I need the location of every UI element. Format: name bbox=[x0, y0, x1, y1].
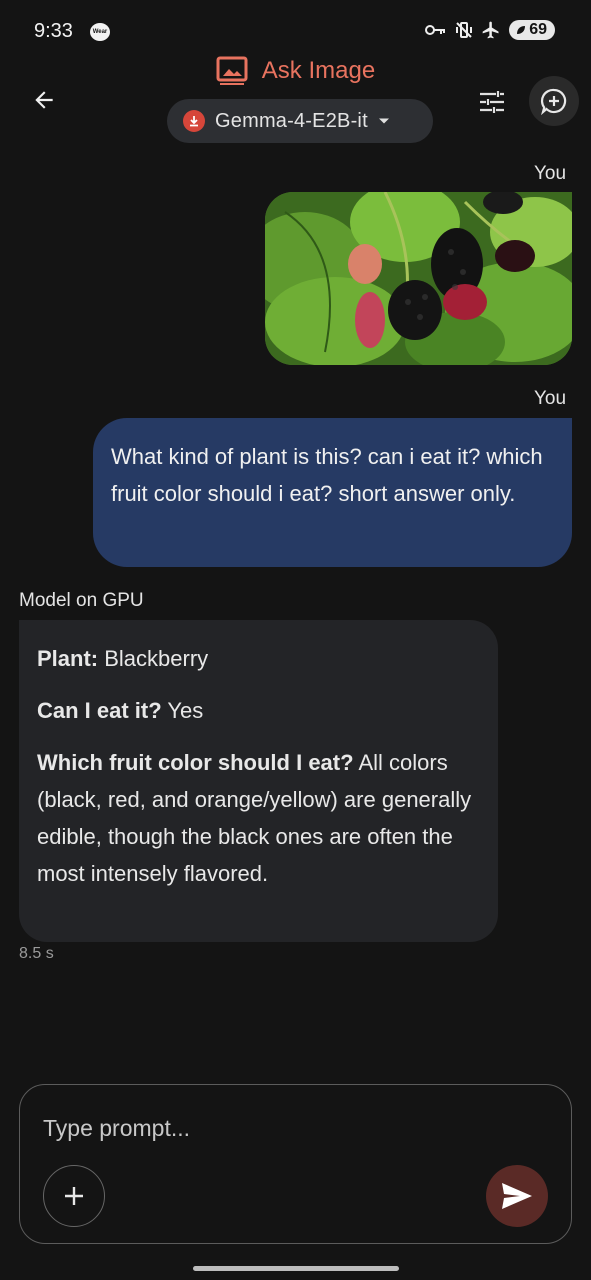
home-indicator[interactable] bbox=[193, 1266, 399, 1271]
sender-label: You bbox=[534, 163, 567, 184]
user-message-bubble: What kind of plant is this? can i eat it… bbox=[93, 418, 572, 567]
model-sender-label: Model on GPU bbox=[19, 590, 144, 611]
airplane-mode-icon bbox=[482, 21, 499, 39]
status-time: 9:33 bbox=[34, 20, 73, 42]
image-icon bbox=[216, 56, 248, 85]
vpn-key-icon bbox=[425, 25, 446, 35]
arrow-back-icon bbox=[35, 91, 53, 109]
answer-edibility: Can I eat it? Yes bbox=[37, 692, 480, 729]
attached-image[interactable] bbox=[265, 192, 572, 365]
answer-plant-label: Plant: bbox=[37, 646, 99, 671]
response-latency: 8.5 s bbox=[19, 945, 54, 962]
status-icons: 69 bbox=[425, 20, 555, 40]
send-icon bbox=[502, 1183, 532, 1209]
vibrate-icon bbox=[456, 22, 473, 38]
send-button[interactable] bbox=[486, 1165, 548, 1227]
plus-icon bbox=[65, 1187, 83, 1205]
battery-saver-leaf-icon bbox=[517, 26, 526, 34]
answer-color-label: Which fruit color should I eat? bbox=[37, 750, 354, 775]
answer-eat-value: Yes bbox=[161, 698, 204, 723]
download-icon bbox=[183, 110, 205, 132]
tune-icon bbox=[480, 91, 504, 113]
add-comment-icon bbox=[540, 88, 567, 115]
wear-os-icon: Wear bbox=[90, 23, 110, 41]
model-name: Gemma-4-E2B-it bbox=[215, 109, 368, 132]
sender-label: You bbox=[534, 388, 567, 409]
model-selector[interactable]: Gemma-4-E2B-it bbox=[167, 99, 433, 143]
prompt-input[interactable] bbox=[43, 1108, 473, 1148]
answer-eat-label: Can I eat it? bbox=[37, 698, 162, 723]
answer-plant-value: Blackberry bbox=[98, 646, 209, 671]
mulberry-photo bbox=[265, 192, 572, 365]
battery-level: 69 bbox=[529, 21, 547, 38]
back-button[interactable] bbox=[24, 80, 64, 120]
page-title: Ask Image bbox=[261, 57, 376, 84]
battery-indicator: 69 bbox=[509, 20, 555, 40]
settings-tune-button[interactable] bbox=[470, 80, 514, 124]
model-response-bubble: Plant: Blackberry Can I eat it? Yes Whic… bbox=[19, 620, 498, 942]
answer-color: Which fruit color should I eat? All colo… bbox=[37, 744, 480, 892]
answer-plant: Plant: Blackberry bbox=[37, 640, 480, 677]
add-attachment-button[interactable] bbox=[43, 1165, 105, 1227]
new-chat-button[interactable] bbox=[529, 76, 579, 126]
dropdown-arrow-icon bbox=[378, 118, 389, 124]
